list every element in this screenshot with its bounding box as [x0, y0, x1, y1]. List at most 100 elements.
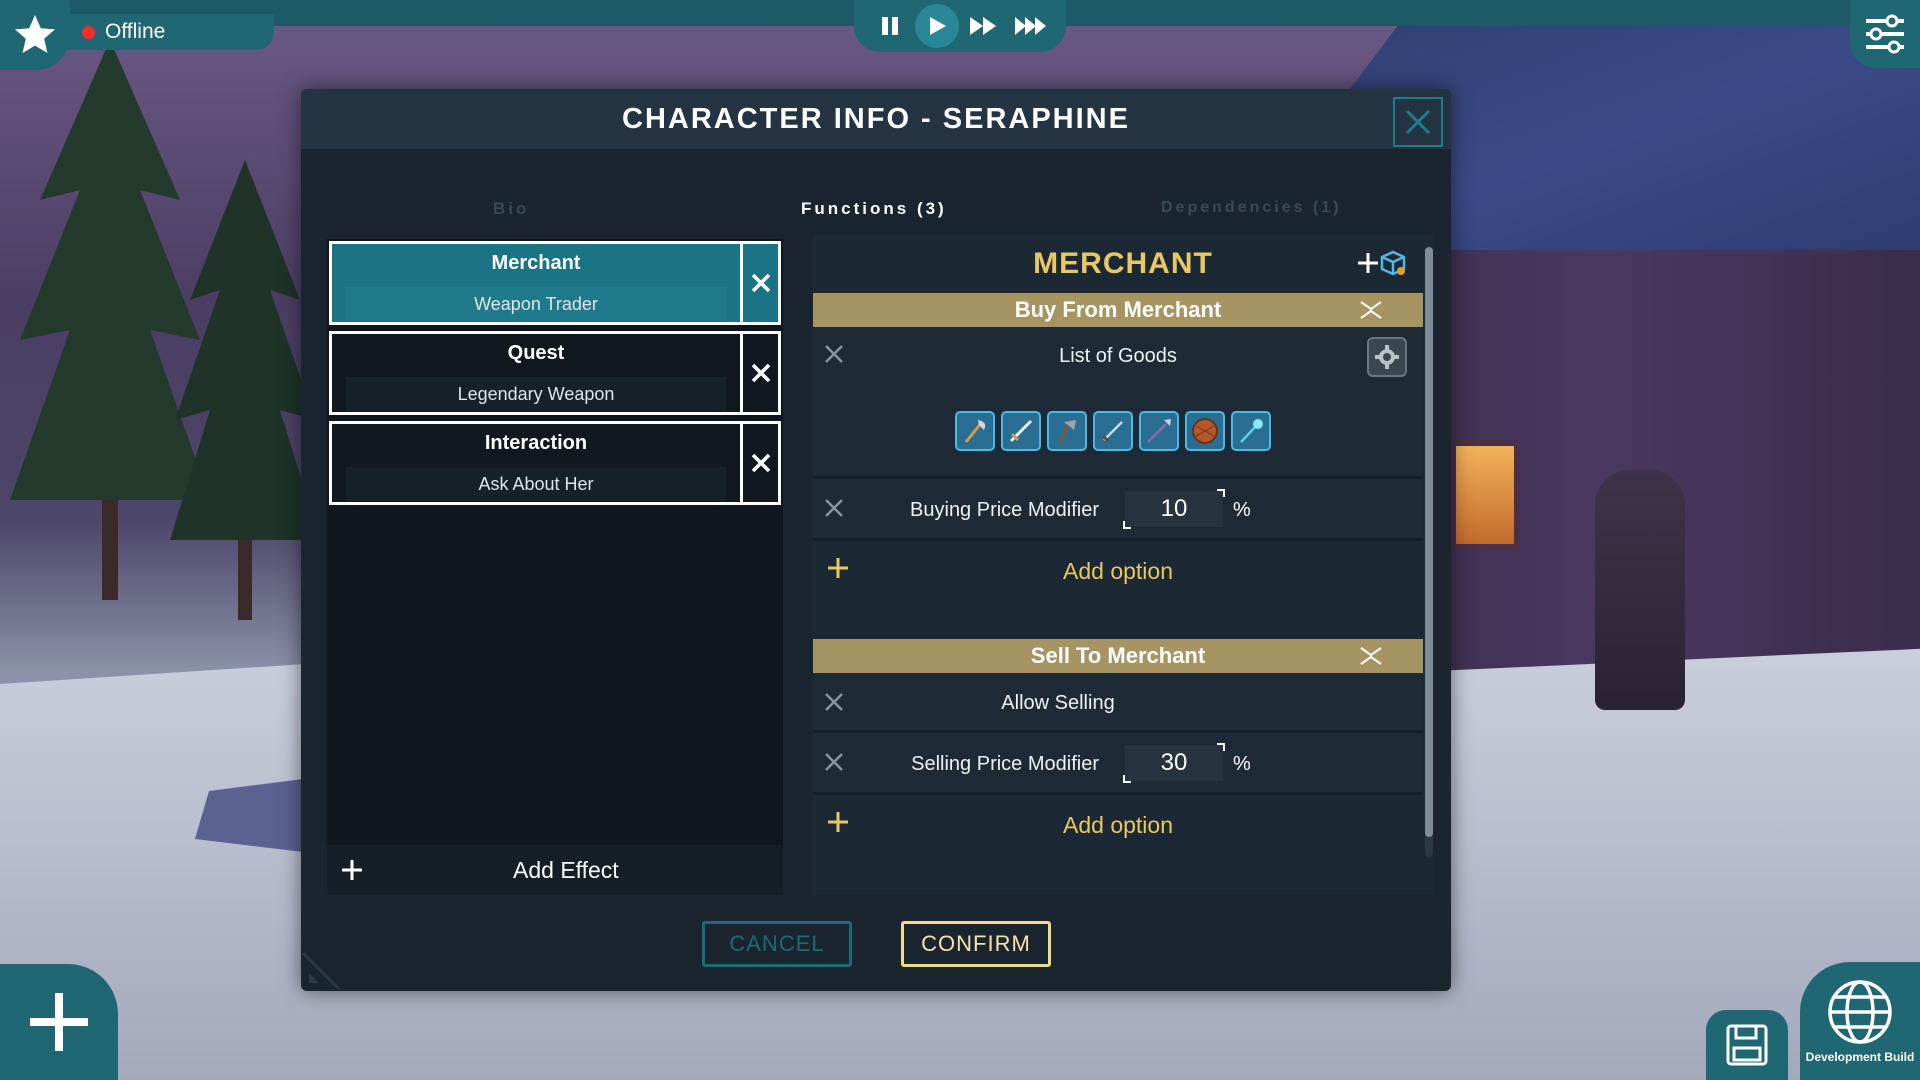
good-magic-staff[interactable] — [1231, 411, 1271, 451]
allow-selling-row[interactable]: Allow Selling — [813, 673, 1423, 733]
tab-functions[interactable]: Functions (3) — [801, 199, 947, 219]
detail-scrollbar[interactable] — [1425, 247, 1433, 857]
function-item-body: Quest Legendary Weapon — [332, 334, 740, 412]
dialog-tabs: Bio Functions (3) Dependencies (1) — [301, 199, 1451, 229]
play-icon — [929, 17, 946, 35]
sliders-icon — [1866, 14, 1904, 54]
playback-controls — [854, 0, 1066, 52]
good-war-axe[interactable] — [1047, 411, 1087, 451]
good-sword[interactable] — [1001, 411, 1041, 451]
pine-tree — [170, 160, 320, 620]
section-title: Sell To Merchant — [1030, 643, 1206, 668]
tab-dependencies[interactable]: Dependencies (1) — [1161, 199, 1341, 217]
collapse-icon[interactable] — [1359, 646, 1383, 666]
function-name: Quest — [507, 342, 565, 364]
scrollbar-thumb[interactable] — [1425, 247, 1433, 837]
fast-forward-button[interactable] — [962, 4, 1006, 48]
goods-settings-button[interactable] — [1367, 337, 1407, 377]
add-module-button[interactable] — [1357, 249, 1407, 277]
cancel-button[interactable]: CANCEL — [702, 921, 852, 967]
function-item-interaction[interactable]: Interaction Ask About Her — [329, 421, 781, 505]
remove-option-button[interactable] — [823, 751, 845, 773]
close-icon — [1405, 109, 1431, 135]
buying-price-row: Buying Price Modifier 10 % — [813, 479, 1423, 541]
resize-corner-icon — [301, 951, 341, 991]
add-option-label: Add option — [1063, 557, 1173, 584]
faster-forward-button[interactable] — [1009, 4, 1053, 48]
good-spear[interactable] — [1139, 411, 1179, 451]
save-button[interactable] — [1706, 1010, 1788, 1080]
allow-selling-label: Allow Selling — [1001, 692, 1115, 714]
function-subtitle: Ask About Her — [346, 467, 726, 501]
close-icon — [751, 273, 770, 293]
save-disk-icon — [1726, 1024, 1768, 1066]
confirm-button[interactable]: CONFIRM — [901, 921, 1051, 967]
faster-forward-icon — [1014, 17, 1046, 35]
detail-header: MERCHANT — [813, 235, 1433, 293]
remove-option-button[interactable] — [823, 497, 845, 519]
collapse-icon[interactable] — [1359, 300, 1383, 320]
remove-function-button[interactable] — [740, 424, 778, 502]
add-option-label: Add option — [1063, 811, 1173, 838]
war-axe-icon — [1058, 420, 1076, 444]
percent-unit: % — [1233, 753, 1251, 775]
settings-button[interactable] — [1850, 0, 1920, 68]
remove-function-button[interactable] — [740, 244, 778, 322]
sword-icon — [1009, 419, 1033, 443]
close-icon — [825, 499, 843, 517]
add-effect-label: Add Effect — [513, 856, 619, 883]
shield-icon — [1192, 418, 1218, 444]
axe-icon — [964, 420, 986, 443]
section-header-buy[interactable]: Buy From Merchant — [813, 293, 1423, 327]
selling-price-input[interactable]: 30 — [1123, 743, 1225, 783]
play-button[interactable] — [914, 4, 959, 48]
close-dialog-button[interactable] — [1393, 97, 1443, 147]
plus-icon — [828, 812, 848, 832]
function-detail-panel: MERCHANT Buy From Merchant List of Goods… — [813, 235, 1433, 895]
spear-icon — [1147, 419, 1171, 443]
function-subtitle: Legendary Weapon — [346, 377, 726, 411]
goods-icons — [955, 411, 1271, 451]
lit-window — [1450, 440, 1520, 550]
gear-icon — [1375, 345, 1399, 369]
pause-button[interactable] — [868, 4, 912, 48]
development-build-label: Development Build — [1805, 1050, 1915, 1064]
function-item-body: Interaction Ask About Her — [332, 424, 740, 502]
good-axe[interactable] — [955, 411, 995, 451]
function-item-merchant[interactable]: Merchant Weapon Trader — [329, 241, 781, 325]
fast-forward-icon — [969, 17, 996, 35]
globe-icon — [1828, 980, 1892, 1044]
plus-icon — [828, 558, 848, 578]
dialog-header: CHARACTER INFO - SERAPHINE — [301, 89, 1451, 149]
add-object-button[interactable] — [0, 964, 118, 1080]
function-item-quest[interactable]: Quest Legendary Weapon — [329, 331, 781, 415]
buying-price-input[interactable]: 10 — [1123, 489, 1225, 529]
function-subtitle: Weapon Trader — [346, 287, 726, 321]
tab-bio[interactable]: Bio — [493, 199, 529, 219]
section-header-sell[interactable]: Sell To Merchant — [813, 639, 1423, 673]
remove-function-button[interactable] — [740, 334, 778, 412]
magic-staff-icon — [1240, 419, 1263, 443]
close-icon — [825, 753, 843, 771]
connection-status: Offline — [60, 14, 274, 50]
development-build-button[interactable]: Development Build — [1800, 962, 1920, 1080]
percent-unit: % — [1233, 499, 1251, 521]
pause-icon — [881, 17, 898, 35]
add-option-buy-button[interactable]: Add option — [813, 541, 1423, 601]
buying-price-label: Buying Price Modifier — [910, 499, 1099, 521]
dagger-icon — [1101, 421, 1123, 443]
plus-icon — [30, 993, 88, 1051]
close-icon — [751, 453, 770, 473]
good-shield[interactable] — [1185, 411, 1225, 451]
detail-title: MERCHANT — [1033, 247, 1213, 280]
selling-price-row: Selling Price Modifier 30 % — [813, 733, 1423, 795]
good-dagger[interactable] — [1093, 411, 1133, 451]
functions-list: Merchant Weapon Trader Quest Legendary W… — [327, 239, 783, 895]
npc-character — [1595, 470, 1685, 710]
add-effect-button[interactable]: Add Effect — [327, 845, 783, 895]
function-name: Merchant — [491, 252, 581, 274]
add-option-sell-button[interactable]: Add option — [813, 795, 1423, 855]
goods-list-row: List of Goods — [813, 327, 1423, 479]
goods-label: List of Goods — [1059, 345, 1177, 367]
